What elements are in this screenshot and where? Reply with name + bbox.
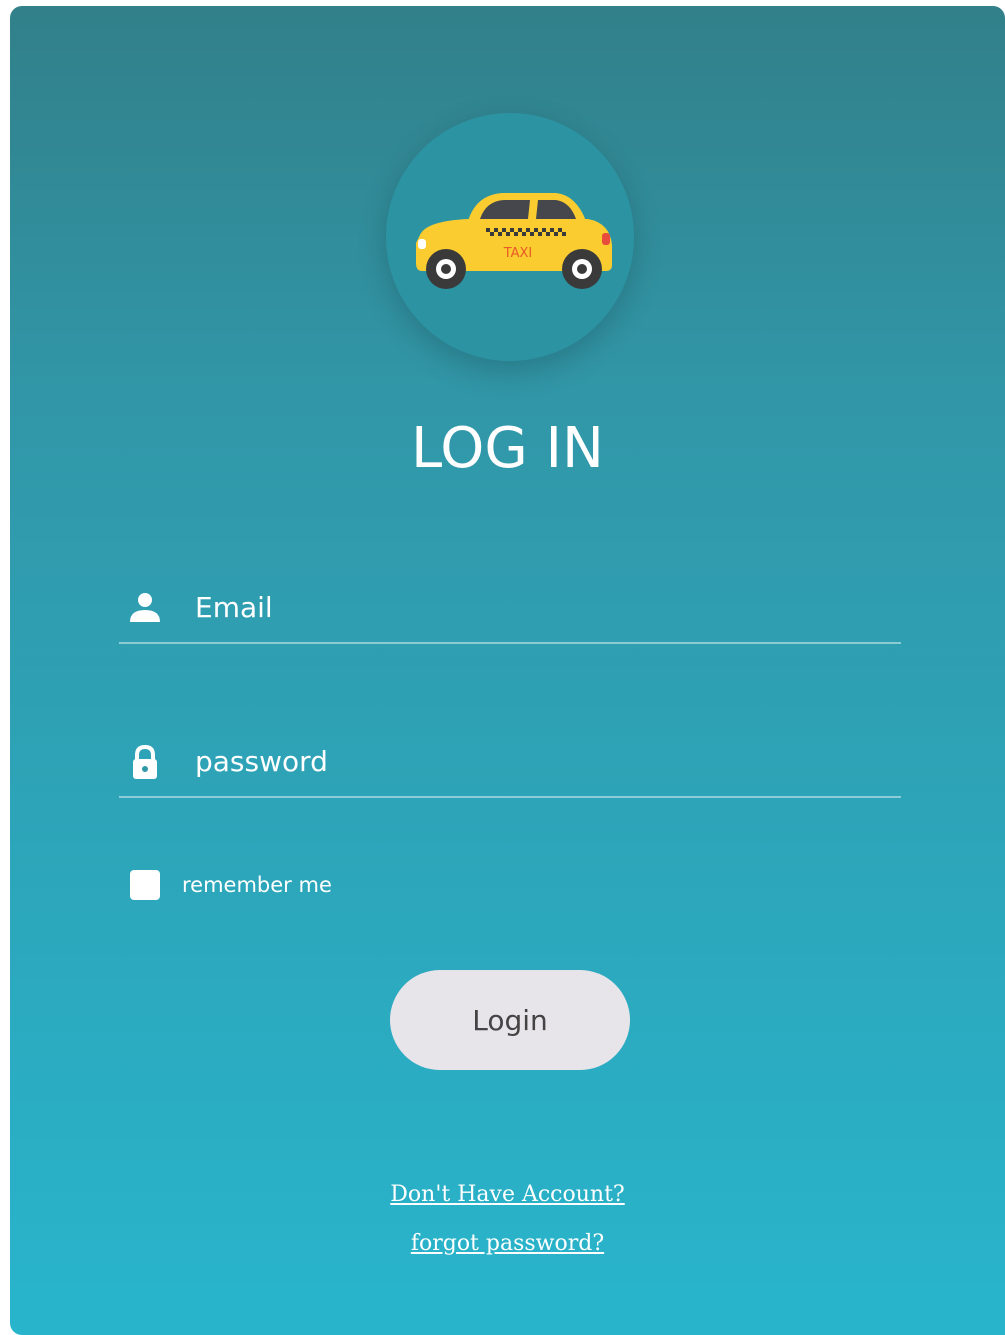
login-button[interactable]: Login [390, 970, 630, 1070]
remember-me-label[interactable]: remember me [182, 873, 332, 897]
remember-me-row: remember me [130, 868, 332, 902]
email-input[interactable] [195, 584, 875, 630]
forgot-password-link[interactable]: forgot password? [10, 1231, 1005, 1256]
email-field-row [119, 572, 901, 644]
taxi-car-icon: TAXI [416, 193, 612, 289]
logo-badge: TAXI [386, 113, 634, 361]
lock-icon [133, 744, 157, 779]
password-input[interactable] [195, 738, 875, 784]
page-title: LOG IN [411, 416, 604, 481]
user-icon [130, 593, 160, 622]
taxi-text: TAXI [503, 246, 533, 261]
password-field-row [119, 726, 901, 798]
remember-me-checkbox[interactable] [130, 870, 160, 900]
signup-link[interactable]: Don't Have Account? [10, 1182, 1005, 1207]
login-card: TAXI LOG IN remember me [10, 6, 1005, 1335]
